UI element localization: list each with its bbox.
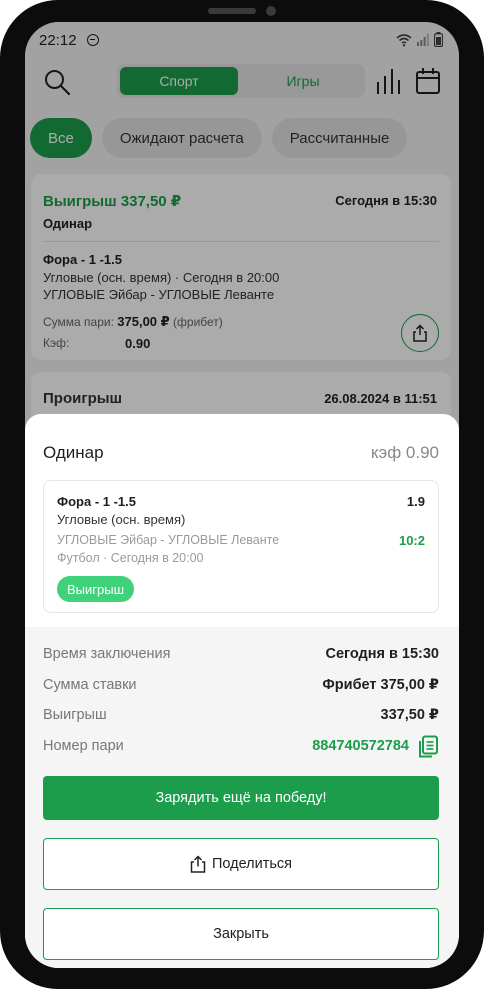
detail-label: Время заключения <box>43 646 171 662</box>
bet-details: Время заключения Сегодня в 15:30 Сумма с… <box>25 627 459 968</box>
power-button <box>480 250 484 365</box>
screen: 22:12 Спорт Игры Все Ожидают расчета Рас… <box>25 22 459 968</box>
detail-label: Номер пари <box>43 738 124 754</box>
detail-row-time: Время заключения Сегодня в 15:30 <box>43 646 439 666</box>
copy-icon[interactable] <box>417 735 439 759</box>
share-button-label: Поделиться <box>211 856 293 872</box>
close-button[interactable]: Закрыть <box>43 908 439 960</box>
bet-again-button[interactable]: Зарядить ещё на победу! <box>43 776 439 820</box>
volume-button <box>0 150 4 190</box>
selection-market: Угловые (осн. время) <box>57 512 186 527</box>
detail-value: Фрибет 375,00 ₽ <box>322 677 439 693</box>
share-icon <box>190 855 206 873</box>
detail-row-number: Номер пари 884740572784 <box>43 735 439 759</box>
share-button[interactable]: Поделиться <box>43 838 439 890</box>
selection-score: 10:2 <box>398 533 425 548</box>
selection-outcome: Фора - 1 -1.5 <box>57 494 137 509</box>
bet-selection-card: Фора - 1 -1.5 1.9 Угловые (осн. время) У… <box>43 480 439 613</box>
phone-speaker <box>208 8 256 14</box>
detail-label: Выигрыш <box>43 707 107 723</box>
detail-value: 337,50 ₽ <box>380 707 439 723</box>
phone-camera <box>266 6 276 16</box>
selection-sport-time: Футбол · Сегодня в 20:00 <box>57 551 204 565</box>
sheet-title: Одинар <box>43 443 104 462</box>
detail-label: Сумма ставки <box>43 677 137 693</box>
status-badge: Выигрыш <box>57 576 135 602</box>
selection-event: УГЛОВЫЕ Эйбар - УГЛОВЫЕ Леванте <box>57 533 280 547</box>
detail-row-win: Выигрыш 337,50 ₽ <box>43 707 439 727</box>
detail-value: Сегодня в 15:30 <box>325 646 439 662</box>
sheet-kef: кэф 0.90 <box>370 443 439 462</box>
detail-row-stake: Сумма ставки Фрибет 375,00 ₽ <box>43 677 439 697</box>
phone-frame: 22:12 Спорт Игры Все Ожидают расчета Рас… <box>0 0 484 989</box>
bet-number[interactable]: 884740572784 <box>312 738 409 754</box>
bet-detail-sheet: Одинар кэф 0.90 Фора - 1 -1.5 1.9 Угловы… <box>25 414 459 968</box>
selection-odds: 1.9 <box>406 494 425 509</box>
